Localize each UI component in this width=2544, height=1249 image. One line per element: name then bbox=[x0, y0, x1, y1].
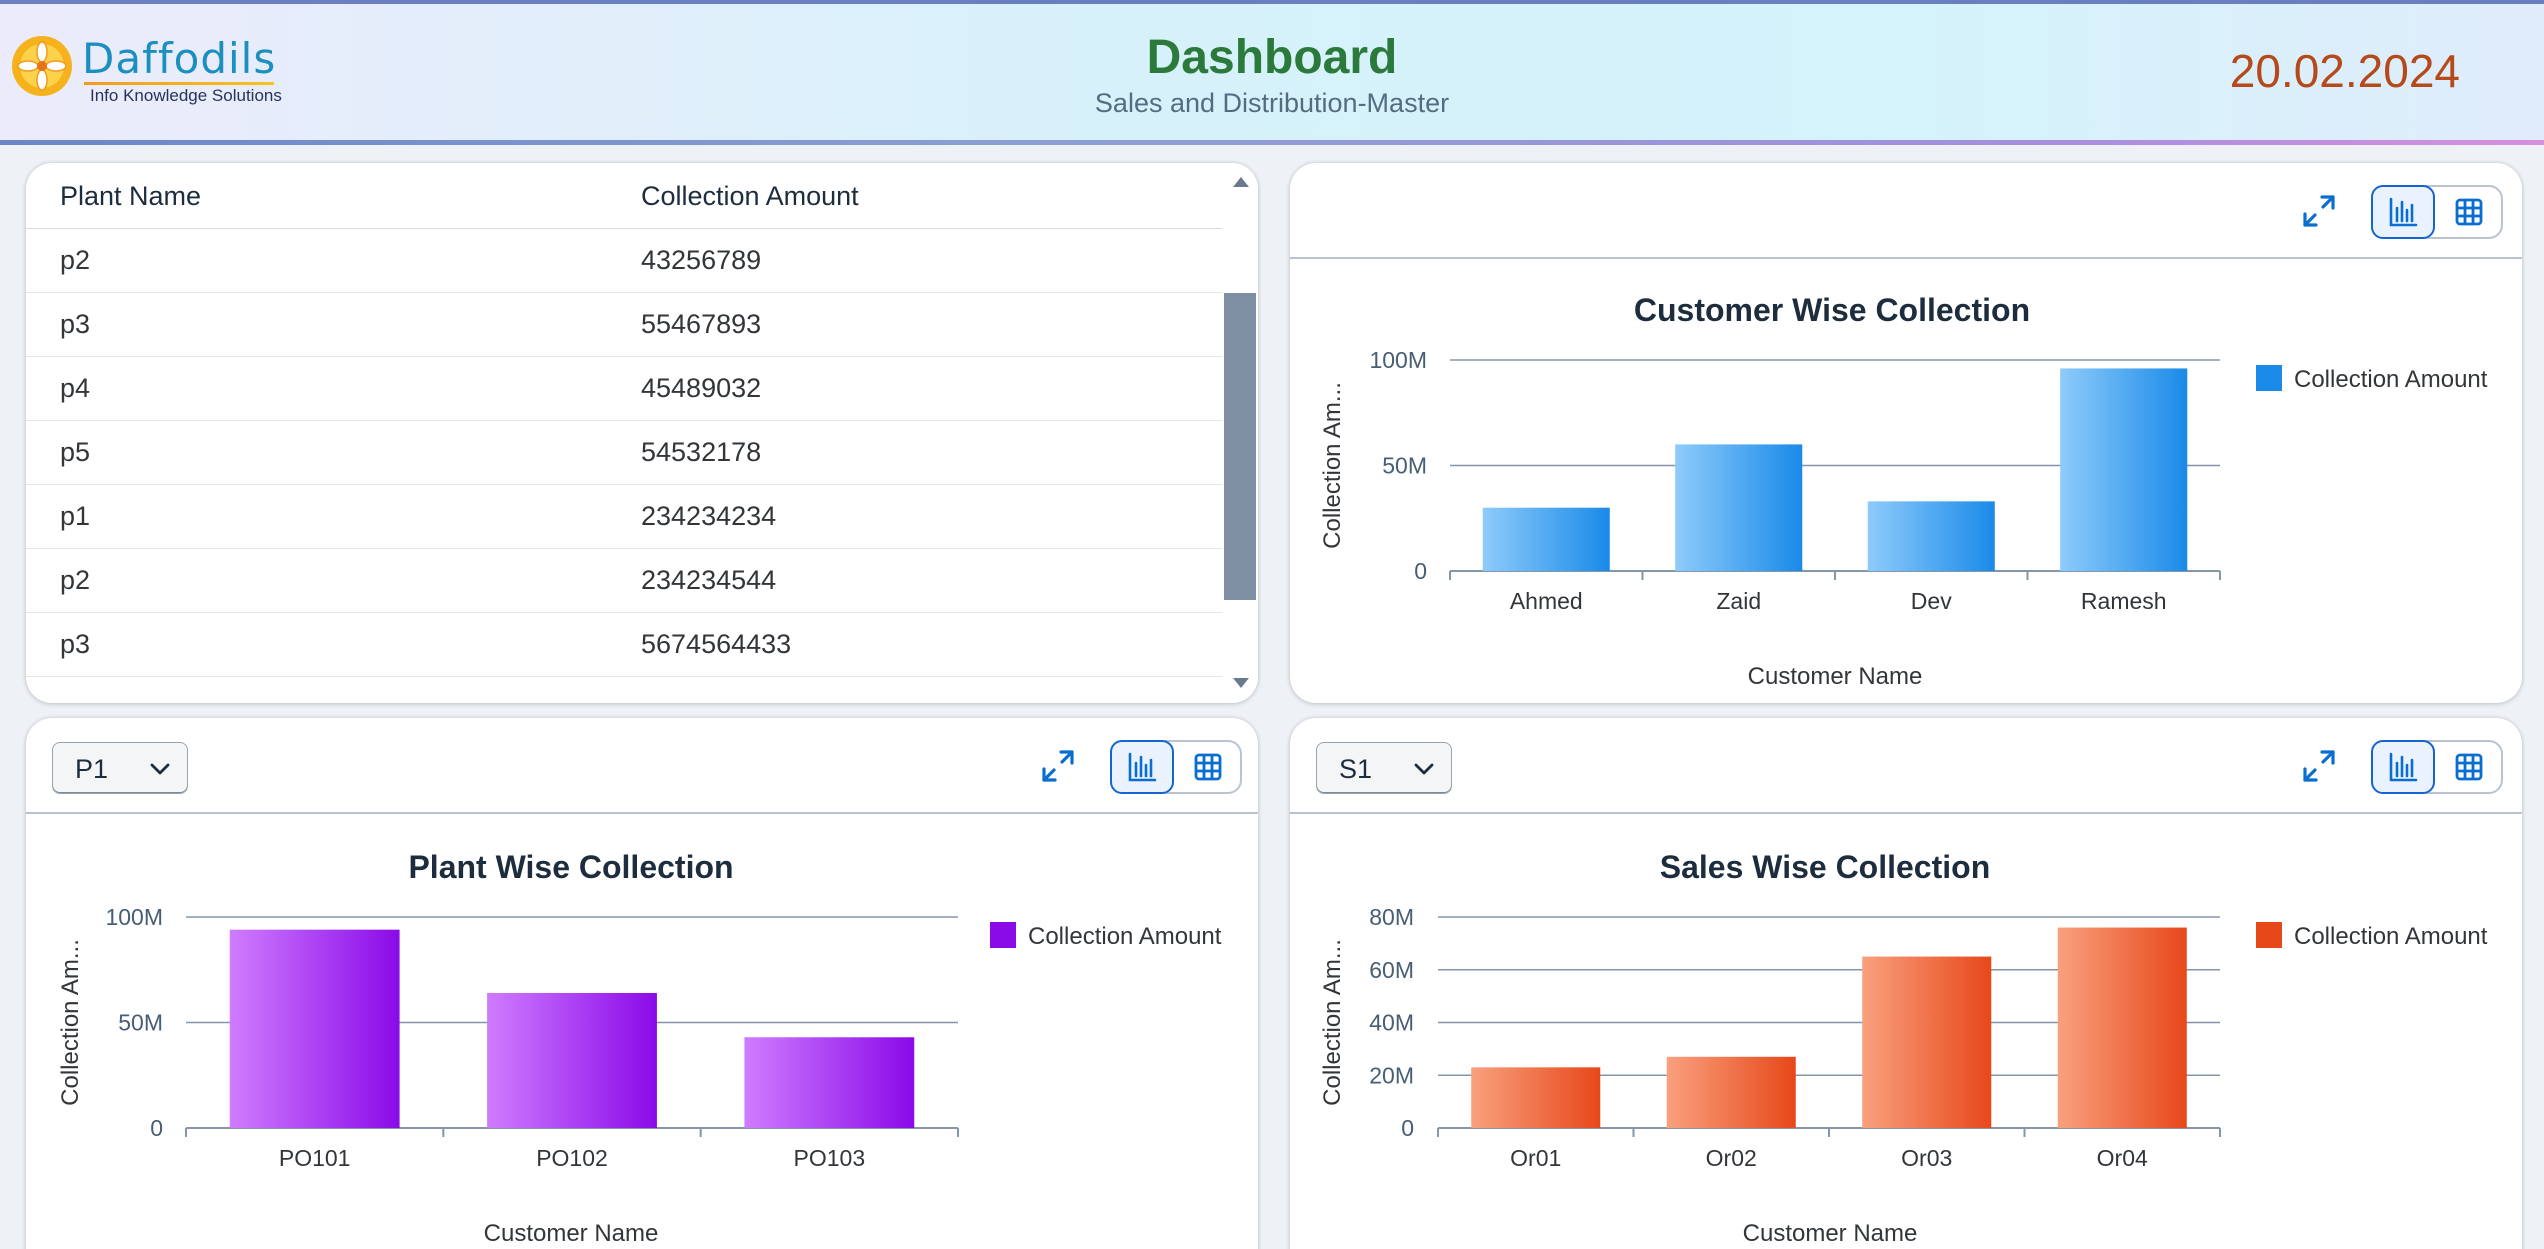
scroll-down-arrow-icon[interactable] bbox=[1233, 678, 1249, 688]
x-tick-label: PO102 bbox=[536, 1145, 608, 1171]
x-tick-label: Or02 bbox=[1706, 1145, 1757, 1171]
table-row[interactable]: p3 5674564433 bbox=[26, 613, 1222, 677]
table-row[interactable]: p3 55467893 bbox=[26, 293, 1222, 357]
x-tick-label: Dev bbox=[1911, 588, 1952, 614]
bar-or04 bbox=[2057, 927, 2187, 1128]
legend-label: Collection Amount bbox=[1028, 923, 1222, 950]
legend-swatch bbox=[2256, 365, 2282, 391]
page-title: Dashboard bbox=[1146, 31, 1398, 84]
y-tick-label: 0 bbox=[1414, 558, 1427, 584]
x-axis-label: Customer Name bbox=[484, 1220, 659, 1247]
bar-po102 bbox=[487, 992, 657, 1128]
x-tick-label: Or03 bbox=[1901, 1145, 1952, 1171]
cell-collection-amount: 45489032 bbox=[641, 373, 762, 403]
sales-wise-collection-card: S1 Sales Wise Collection 0 20M 40M 60M 80M O bbox=[1290, 718, 2522, 1249]
legend-swatch bbox=[990, 922, 1016, 948]
bar-ramesh bbox=[2060, 368, 2188, 571]
scrollbar-thumb[interactable] bbox=[1224, 293, 1256, 600]
bar-po101 bbox=[229, 929, 400, 1128]
x-tick-label: PO103 bbox=[794, 1145, 866, 1171]
x-tick-label: Ahmed bbox=[1510, 588, 1583, 614]
y-axis-label: Collection Am... bbox=[57, 939, 84, 1106]
y-tick-label: 60M bbox=[1369, 957, 1414, 983]
table-row[interactable]: p5 54532178 bbox=[26, 421, 1222, 485]
bar-or01 bbox=[1471, 1067, 1601, 1128]
cell-collection-amount: 5674564433 bbox=[641, 629, 792, 659]
x-tick-label: Zaid bbox=[1716, 588, 1761, 614]
bar-dev bbox=[1867, 501, 1995, 571]
y-tick-label: 50M bbox=[118, 1010, 163, 1036]
legend-label: Collection Amount bbox=[2294, 923, 2488, 950]
y-tick-label: 80M bbox=[1369, 904, 1414, 930]
column-header-collection-amount[interactable]: Collection Amount bbox=[641, 181, 859, 212]
bar-po103 bbox=[744, 1037, 915, 1128]
plant-collection-table-card: Plant Name Collection Amount p2 43256789… bbox=[26, 163, 1258, 703]
x-tick-label: PO101 bbox=[279, 1145, 351, 1171]
x-axis-label: Customer Name bbox=[1743, 1220, 1918, 1247]
cell-collection-amount: 55467893 bbox=[641, 309, 762, 339]
app-header: Daffodils Info Knowledge Solutions Dashb… bbox=[0, 0, 2544, 145]
cell-plant-name: p4 bbox=[60, 373, 91, 403]
cell-collection-amount: 234234234 bbox=[641, 501, 777, 531]
cell-plant-name: p3 bbox=[60, 629, 91, 659]
cell-plant-name: p2 bbox=[60, 245, 91, 275]
cell-plant-name: p2 bbox=[60, 565, 91, 595]
x-tick-label: Or01 bbox=[1510, 1145, 1561, 1171]
header-date: 20.02.2024 bbox=[2229, 45, 2460, 97]
bar-zaid bbox=[1675, 444, 1803, 571]
y-axis-label: Collection Am... bbox=[1319, 939, 1346, 1106]
legend-label: Collection Amount bbox=[2294, 366, 2488, 393]
cell-plant-name: p1 bbox=[60, 501, 91, 531]
cell-collection-amount: 234234544 bbox=[641, 565, 777, 595]
y-tick-label: 0 bbox=[150, 1115, 163, 1141]
cell-plant-name: p5 bbox=[60, 437, 91, 467]
y-tick-label: 100M bbox=[1369, 347, 1427, 373]
y-axis-label: Collection Am... bbox=[1319, 382, 1346, 549]
chart-title: Plant Wise Collection bbox=[408, 849, 733, 885]
y-tick-label: 100M bbox=[105, 904, 163, 930]
table-row[interactable]: p2 234234544 bbox=[26, 549, 1222, 613]
cell-collection-amount: 43256789 bbox=[641, 245, 762, 275]
x-axis-label: Customer Name bbox=[1748, 663, 1923, 690]
cell-collection-amount: 54532178 bbox=[641, 437, 762, 467]
column-header-plant-name[interactable]: Plant Name bbox=[60, 181, 201, 212]
customer-wise-collection-chart: Customer Wise Collection 0 50M 100M Ahmed Zai… bbox=[1319, 292, 2488, 690]
bar-or02 bbox=[1666, 1056, 1796, 1128]
table-header: Plant Name Collection Amount bbox=[26, 163, 1222, 229]
table-row[interactable]: p2 43256789 bbox=[26, 229, 1222, 293]
cell-plant-name: p3 bbox=[60, 309, 91, 339]
page-subtitle: Sales and Distribution-Master bbox=[1094, 88, 1450, 118]
x-tick-label: Or04 bbox=[2097, 1145, 2148, 1171]
x-tick-label: Ramesh bbox=[2081, 588, 2167, 614]
y-tick-label: 50M bbox=[1382, 453, 1427, 479]
table-scrollbar[interactable] bbox=[1222, 163, 1258, 703]
table-row[interactable]: p4 45489032 bbox=[26, 357, 1222, 421]
plant-wise-collection-chart: Plant Wise Collection 0 50M 100M PO101 PO102 P… bbox=[57, 849, 1222, 1247]
scroll-up-arrow-icon[interactable] bbox=[1233, 177, 1249, 187]
legend-swatch bbox=[2256, 922, 2282, 948]
bar-ahmed bbox=[1482, 507, 1610, 571]
y-tick-label: 0 bbox=[1401, 1115, 1414, 1141]
bar-or03 bbox=[1862, 956, 1992, 1128]
plant-wise-collection-card: P1 Plant Wise Collection 0 50M 100M PO101 P bbox=[26, 718, 1258, 1249]
chart-title: Customer Wise Collection bbox=[1634, 292, 2030, 328]
sales-wise-collection-chart: Sales Wise Collection 0 20M 40M 60M 80M Or01 Or… bbox=[1319, 849, 2488, 1247]
y-tick-label: 40M bbox=[1369, 1010, 1414, 1036]
chart-title: Sales Wise Collection bbox=[1660, 849, 1990, 885]
table-row[interactable]: p1 234234234 bbox=[26, 485, 1222, 549]
y-tick-label: 20M bbox=[1369, 1062, 1414, 1088]
customer-wise-collection-card: Customer Wise Collection 0 50M 100M Ahmed Zai… bbox=[1290, 163, 2522, 703]
